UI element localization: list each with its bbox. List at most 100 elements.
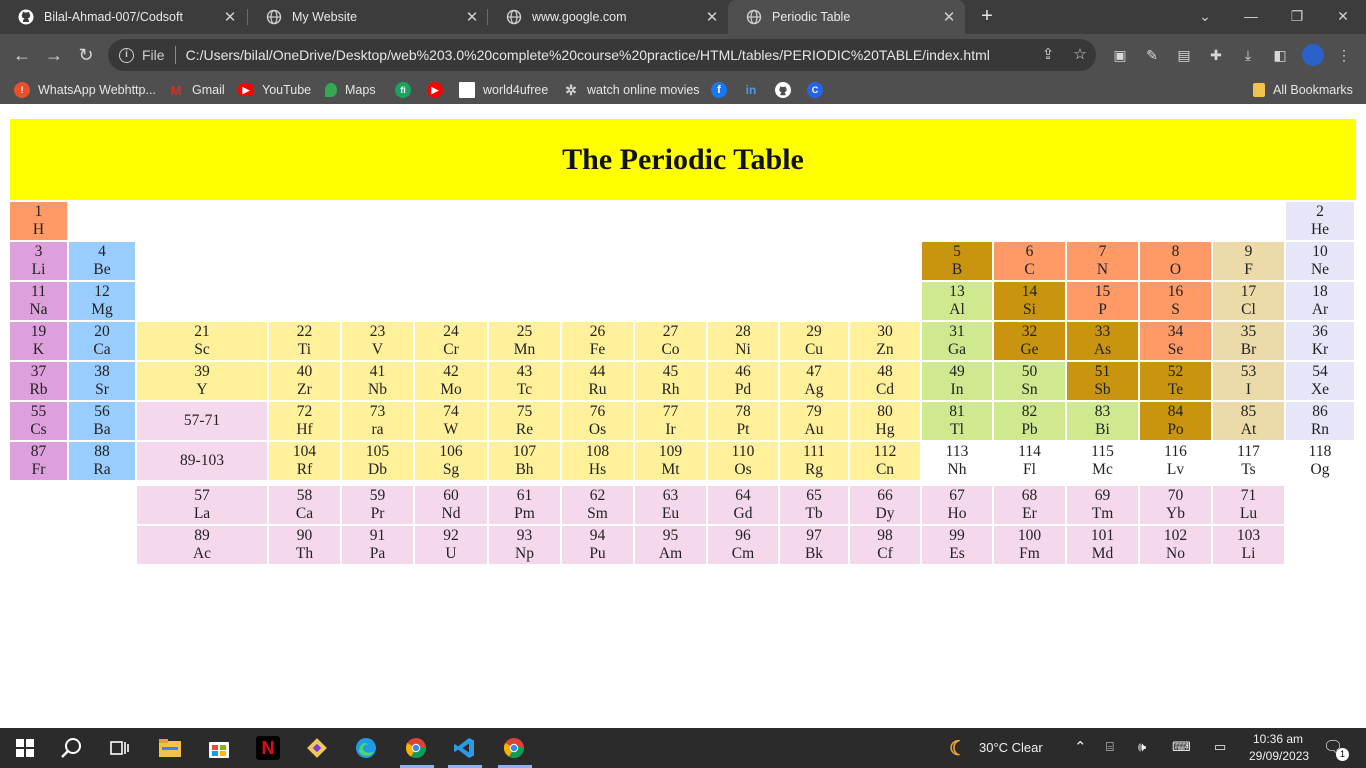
- reload-button[interactable]: ↻: [74, 43, 98, 67]
- stats-extension-icon[interactable]: ▤: [1175, 46, 1193, 64]
- bookmark-gmail[interactable]: M Gmail: [168, 80, 225, 100]
- tab-search-icon[interactable]: ⌄: [1182, 0, 1228, 34]
- clock-time[interactable]: 10:36 am: [1253, 732, 1303, 746]
- element-symbol: ra: [371, 421, 384, 438]
- element-symbol: Rn: [1310, 421, 1330, 438]
- restore-button[interactable]: ❐: [1274, 0, 1320, 34]
- extension-icon[interactable]: ▣: [1111, 46, 1129, 64]
- element-symbol: Cl: [1241, 301, 1256, 318]
- all-bookmarks[interactable]: All Bookmarks: [1253, 80, 1353, 100]
- atomic-number: 70: [1167, 487, 1184, 504]
- volume-icon[interactable]: 🕪: [1138, 739, 1146, 755]
- chrome-profile-icon[interactable]: [404, 736, 428, 760]
- window-close-button[interactable]: ✕: [1320, 0, 1366, 34]
- close-icon[interactable]: ✕: [218, 8, 242, 26]
- weather-moon-icon[interactable]: ☾: [946, 736, 970, 760]
- puzzle-icon[interactable]: ✚: [1207, 46, 1225, 64]
- share-icon[interactable]: ⇪: [1039, 46, 1057, 64]
- search-icon[interactable]: [60, 736, 84, 760]
- atomic-number: 21: [194, 323, 210, 340]
- element-cell: 51 Sb: [1067, 362, 1138, 400]
- bookmark-maps[interactable]: Maps: [325, 80, 376, 100]
- tab-my-website[interactable]: My Website ✕: [248, 0, 488, 34]
- close-icon[interactable]: ✕: [937, 8, 961, 26]
- tab-label: Bilal-Ahmad-007/Codsoft: [44, 10, 183, 24]
- atomic-number: 58: [296, 487, 313, 504]
- atomic-number: 39: [194, 363, 210, 380]
- element-symbol: Y: [196, 381, 208, 398]
- close-icon[interactable]: ✕: [700, 8, 724, 26]
- atomic-number: 84: [1167, 403, 1184, 420]
- element-cell: 94 Pu: [562, 526, 633, 564]
- side-panel-icon[interactable]: ◧: [1271, 46, 1289, 64]
- atomic-number: 27: [662, 323, 679, 340]
- new-tab-button[interactable]: +: [975, 4, 999, 28]
- git-gui-icon[interactable]: [305, 736, 329, 760]
- atomic-number: 51: [1094, 363, 1111, 380]
- element-symbol: Sc: [194, 341, 210, 358]
- page-content: The Periodic Table 1 H 3 Li 4 Be 11 Na 12 Mg 19 K 20…: [0, 109, 1366, 728]
- bookmark-label: Gmail: [192, 83, 225, 97]
- element-symbol: Pt: [736, 421, 750, 438]
- element-cell: 39 Y: [137, 362, 267, 400]
- store-icon[interactable]: [207, 736, 231, 760]
- minimize-button[interactable]: —: [1228, 0, 1274, 34]
- edge-icon[interactable]: [354, 736, 378, 760]
- bookmark-star-icon[interactable]: ☆: [1071, 46, 1089, 64]
- atomic-number: 48: [877, 363, 893, 380]
- weather-text[interactable]: 30°C Clear: [979, 740, 1043, 755]
- atomic-number: 44: [589, 363, 606, 380]
- bookmark-c-logo[interactable]: C: [807, 80, 831, 100]
- clock-date[interactable]: 29/09/2023: [1249, 749, 1309, 763]
- element-symbol: Cn: [875, 461, 895, 478]
- element-symbol: Pr: [370, 505, 385, 522]
- element-cell: 10 Ne: [1286, 242, 1354, 280]
- atomic-number: 16: [1167, 283, 1184, 300]
- forward-button[interactable]: →: [42, 43, 66, 67]
- element-cell: 25 Mn: [489, 322, 560, 360]
- network-icon[interactable]: ⌸: [1106, 739, 1114, 755]
- display-icon[interactable]: ▭: [1214, 739, 1226, 755]
- address-bar[interactable]: i File C:/Users/bilal/OneDrive/Desktop/w…: [108, 39, 1096, 71]
- address-divider: [174, 46, 176, 64]
- chevron-up-icon[interactable]: ⌃: [1074, 738, 1087, 756]
- atomic-number: 41: [369, 363, 386, 380]
- tab-periodic-table[interactable]: Periodic Table ✕: [728, 0, 965, 34]
- element-cell: 14 Si: [994, 282, 1065, 320]
- info-icon[interactable]: i: [119, 47, 134, 63]
- element-symbol: Se: [1167, 341, 1184, 358]
- element-cell: 3 Li: [10, 242, 67, 280]
- element-cell: 64 Gd: [708, 486, 778, 524]
- avatar[interactable]: [1302, 44, 1324, 66]
- bookmark-watch-online-movies[interactable]: ✲ watch online movies: [563, 80, 699, 100]
- close-icon[interactable]: ✕: [460, 8, 484, 26]
- chrome-icon[interactable]: [502, 736, 526, 760]
- keyboard-icon[interactable]: ⌨: [1172, 739, 1191, 755]
- bookmark-world4ufree[interactable]: world4ufree: [459, 80, 548, 100]
- atomic-number: 78: [735, 403, 751, 420]
- task-view-icon[interactable]: [108, 736, 132, 760]
- file-explorer-icon[interactable]: [158, 736, 182, 760]
- back-button[interactable]: ←: [10, 43, 34, 67]
- bookmark-red-play[interactable]: ▶: [427, 80, 451, 100]
- url-text[interactable]: C:/Users/bilal/OneDrive/Desktop/web%203.…: [186, 47, 1036, 63]
- download-icon[interactable]: ⤓: [1239, 46, 1257, 64]
- tab-google[interactable]: www.google.com ✕: [488, 0, 728, 34]
- menu-icon[interactable]: ⋮: [1335, 46, 1353, 64]
- bookmark-github[interactable]: [775, 80, 799, 100]
- vscode-icon[interactable]: [452, 736, 476, 760]
- atomic-number: 28: [735, 323, 751, 340]
- tab-codsoft[interactable]: Bilal-Ahmad-007/Codsoft ✕: [0, 0, 246, 34]
- atomic-number: 11: [31, 283, 46, 300]
- windows-start-icon[interactable]: [13, 736, 37, 760]
- element-cell: 60 Nd: [415, 486, 487, 524]
- element-cell: 11 Na: [10, 282, 67, 320]
- netflix-icon[interactable]: N: [256, 736, 280, 760]
- element-symbol: Os: [734, 461, 752, 478]
- pen-extension-icon[interactable]: ✎: [1143, 46, 1161, 64]
- bookmark-fi[interactable]: fi: [395, 80, 419, 100]
- bookmark-youtube[interactable]: ▶ YouTube: [238, 80, 311, 100]
- bookmark-facebook[interactable]: f: [711, 80, 735, 100]
- bookmark-whatsapp[interactable]: ! WhatsApp Webhttp...: [14, 80, 156, 100]
- bookmark-linkedin[interactable]: in: [743, 80, 767, 100]
